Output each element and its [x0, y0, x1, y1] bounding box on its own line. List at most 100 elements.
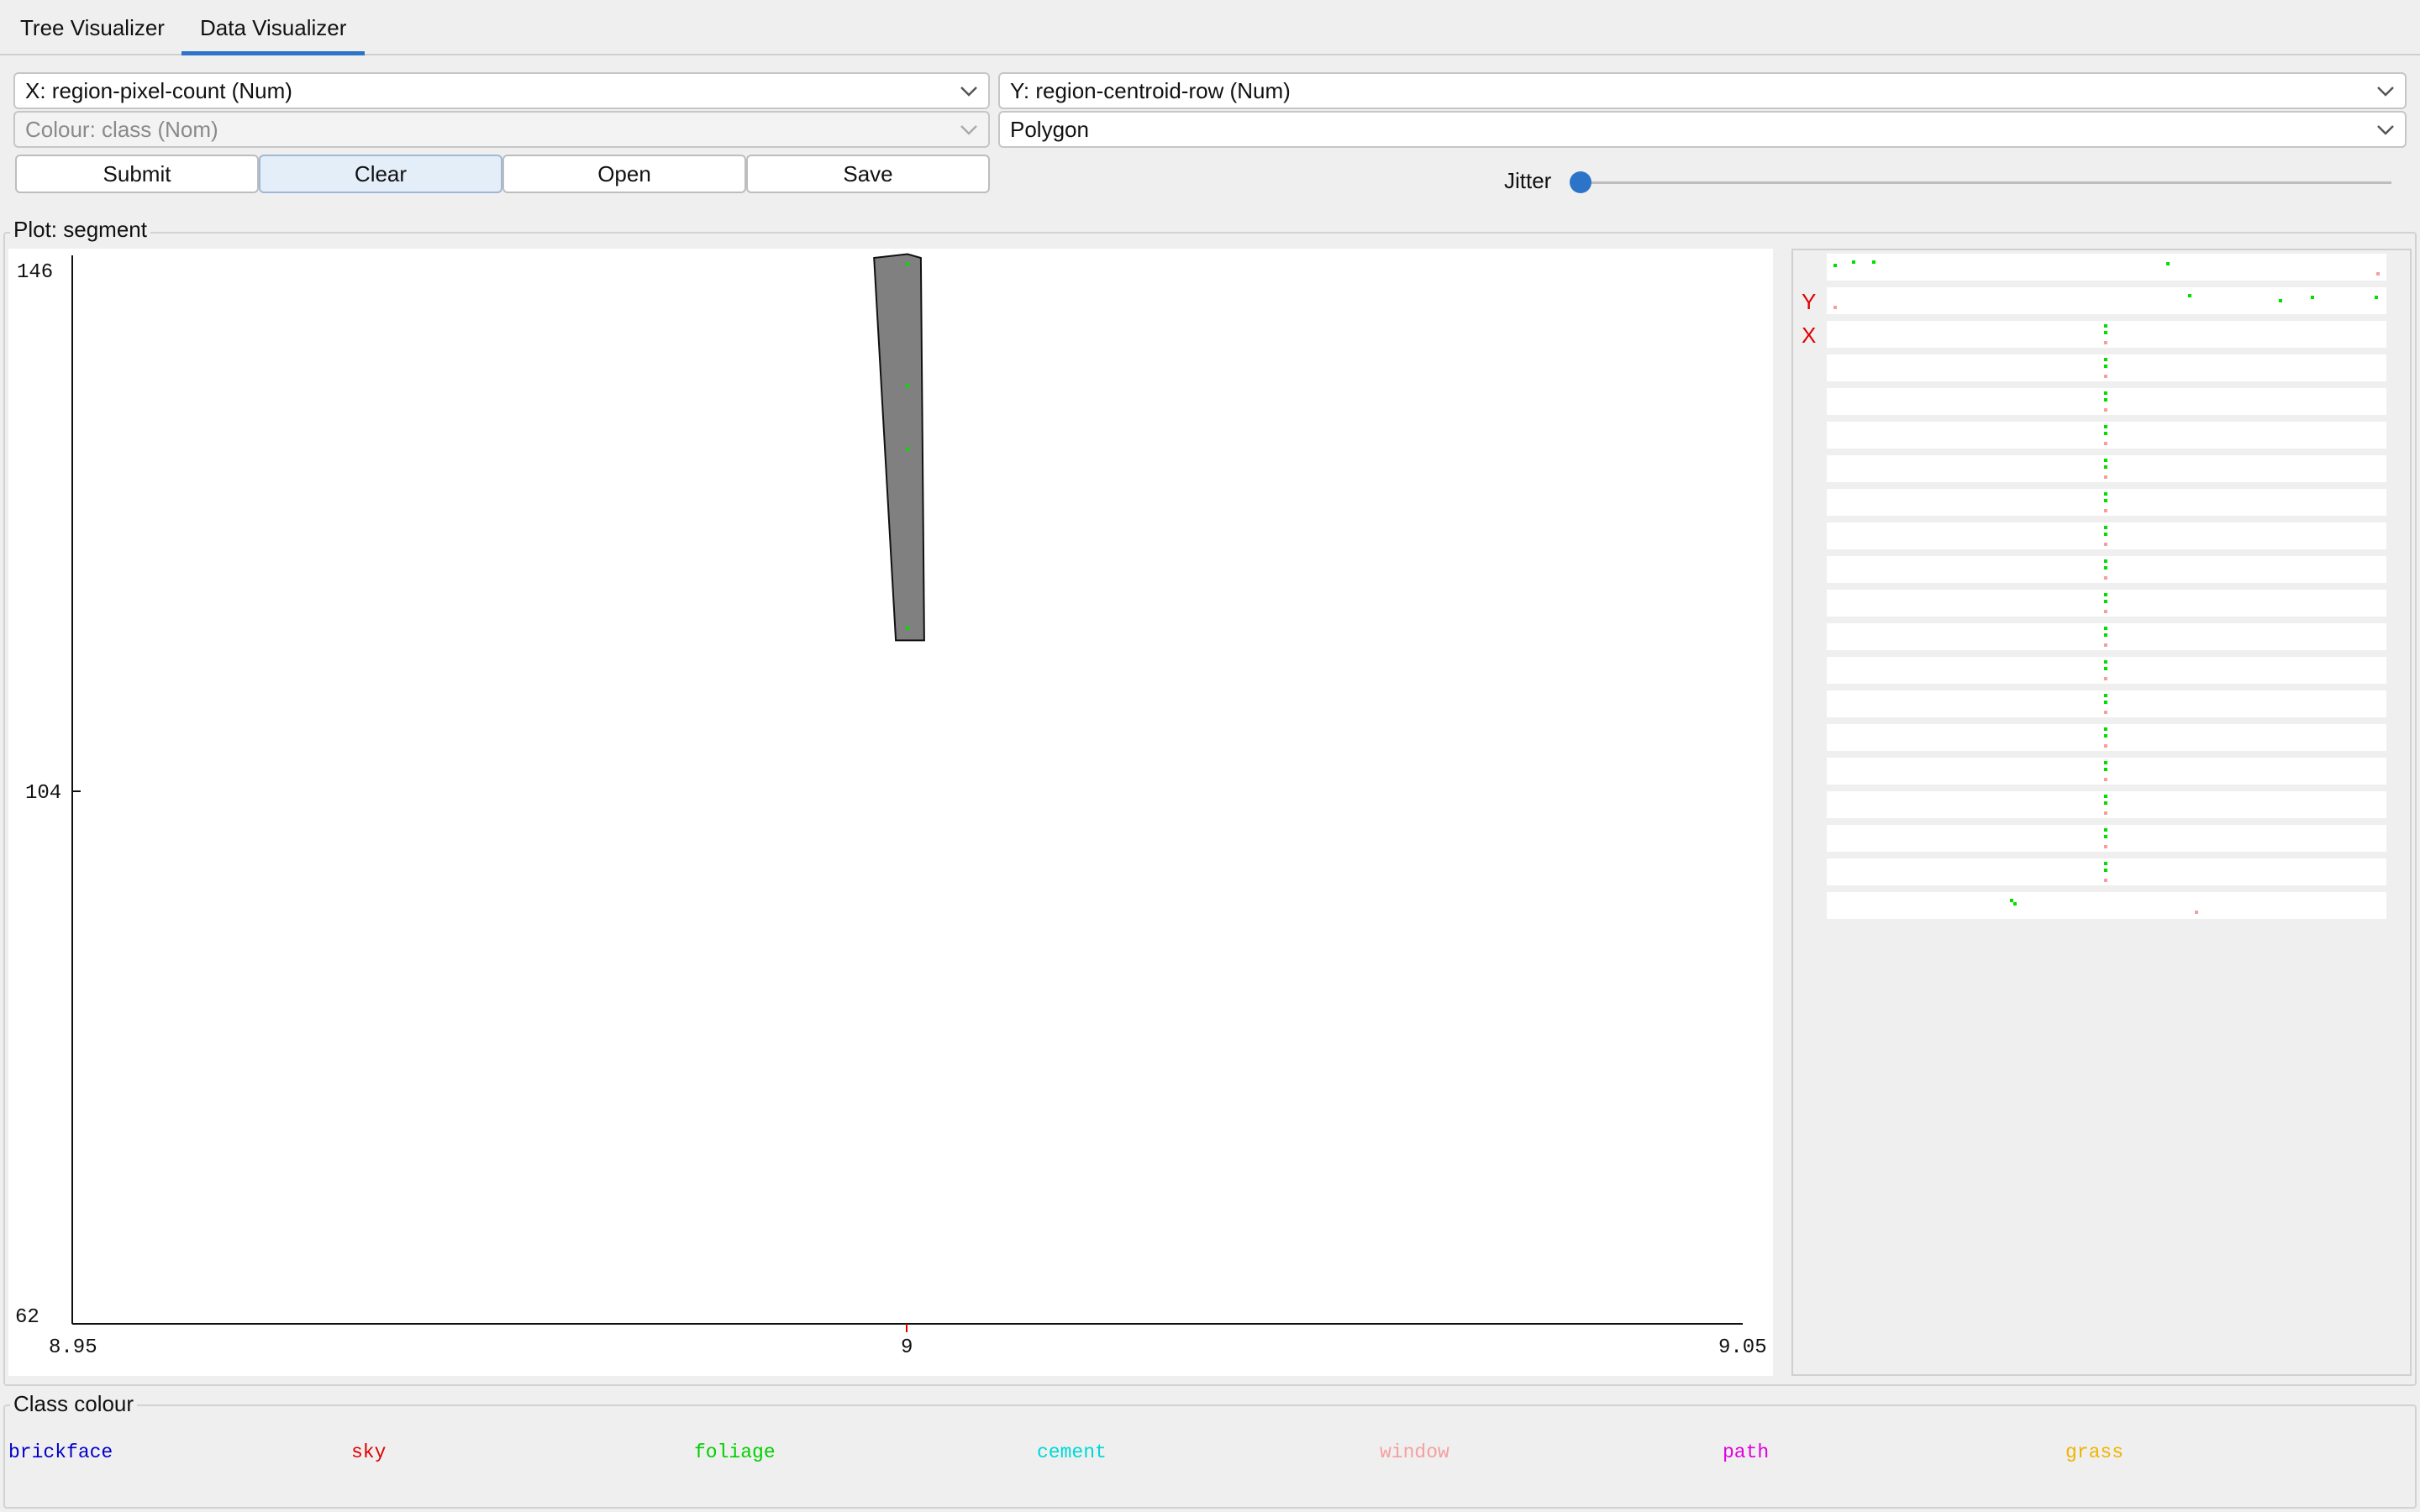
matrix-point: [2104, 526, 2107, 529]
shape-select[interactable]: Polygon: [998, 111, 2407, 148]
matrix-point: [2104, 432, 2107, 435]
legend-item-brickface[interactable]: brickface: [8, 1441, 113, 1463]
shape-select-value: Polygon: [1010, 117, 1089, 142]
matrix-row[interactable]: [1827, 657, 2386, 684]
legend-item-window[interactable]: window: [1380, 1441, 1449, 1463]
matrix-point: [2104, 543, 2107, 546]
matrix-point: [2104, 398, 2107, 402]
chevron-down-icon: [960, 125, 977, 135]
matrix-point: [2104, 633, 2107, 637]
matrix-point: [2104, 701, 2107, 704]
matrix-point: [2104, 667, 2107, 670]
matrix-row[interactable]: [1827, 287, 2386, 314]
matrix-row[interactable]: [1827, 690, 2386, 717]
submit-button[interactable]: Submit: [15, 155, 259, 193]
matrix-point: [2104, 408, 2107, 412]
matrix-point: [2104, 862, 2107, 865]
matrix-point: [2104, 499, 2107, 502]
matrix-point: [2104, 828, 2107, 832]
matrix-point: [2279, 299, 2282, 302]
jitter-slider-track[interactable]: [1580, 181, 2391, 184]
save-button[interactable]: Save: [746, 155, 990, 193]
matrix-row[interactable]: [1827, 254, 2386, 281]
jitter-slider-thumb[interactable]: [1570, 171, 1591, 193]
tab-tree-visualizer[interactable]: Tree Visualizer: [2, 0, 183, 55]
matrix-point: [2166, 262, 2170, 265]
matrix-row[interactable]: [1827, 388, 2386, 415]
data-point[interactable]: [906, 262, 909, 266]
matrix-point: [2104, 492, 2107, 496]
matrix-point: [2376, 272, 2380, 276]
y-axis-select[interactable]: Y: region-centroid-row (Num): [998, 72, 2407, 109]
matrix-point: [2104, 331, 2107, 334]
matrix-row[interactable]: [1827, 791, 2386, 818]
matrix-row[interactable]: [1827, 522, 2386, 549]
matrix-point: [2104, 465, 2107, 469]
matrix-point: [2188, 294, 2191, 297]
matrix-point: [2104, 576, 2107, 580]
matrix-point: [2104, 845, 2107, 848]
matrix-row[interactable]: [1827, 858, 2386, 885]
data-point[interactable]: [906, 384, 909, 388]
matrix-point: [2104, 778, 2107, 781]
y-axis-select-value: Y: region-centroid-row (Num): [1010, 78, 1291, 103]
y-tick-label-mid: 104: [25, 782, 61, 805]
matrix-point: [2104, 375, 2107, 378]
matrix-row[interactable]: [1827, 590, 2386, 617]
matrix-point: [2104, 677, 2107, 680]
colour-select: Colour: class (Nom): [13, 111, 990, 148]
matrix-point: [2104, 341, 2107, 344]
scatter-plot[interactable]: 146 104 62 8.95 9 9.05: [8, 249, 1773, 1376]
matrix-row[interactable]: [1827, 724, 2386, 751]
open-button[interactable]: Open: [502, 155, 746, 193]
matrix-point: [2104, 801, 2107, 805]
matrix-y-label: Y: [1802, 289, 1817, 314]
legend-item-cement[interactable]: cement: [1037, 1441, 1107, 1463]
matrix-row[interactable]: [1827, 758, 2386, 785]
matrix-row[interactable]: [1827, 354, 2386, 381]
legend-item-sky[interactable]: sky: [351, 1441, 386, 1463]
matrix-point: [2104, 835, 2107, 838]
matrix-point: [2104, 711, 2107, 714]
data-point[interactable]: [906, 447, 909, 451]
tab-data-visualizer[interactable]: Data Visualizer: [182, 0, 366, 55]
matrix-point: [2104, 533, 2107, 536]
x-axis-select[interactable]: X: region-pixel-count (Num): [13, 72, 990, 109]
matrix-point: [2104, 365, 2107, 368]
class-colour-title: Class colour: [10, 1391, 138, 1417]
matrix-point: [1852, 260, 1855, 264]
matrix-point: [1872, 260, 1876, 264]
matrix-row[interactable]: [1827, 489, 2386, 516]
matrix-row[interactable]: [1827, 825, 2386, 852]
legend-item-foliage[interactable]: foliage: [694, 1441, 776, 1463]
matrix-point: [2104, 425, 2107, 428]
matrix-point: [2104, 643, 2107, 647]
legend-item-path[interactable]: path: [1723, 1441, 1769, 1463]
matrix-point: [2104, 559, 2107, 563]
matrix-point: [2104, 442, 2107, 445]
clear-button[interactable]: Clear: [259, 155, 502, 193]
plot-title: Plot: segment: [10, 217, 150, 243]
matrix-point: [2104, 627, 2107, 630]
matrix-point: [2104, 879, 2107, 882]
matrix-point: [2195, 911, 2198, 914]
matrix-point: [2104, 324, 2107, 328]
x-tick-label-left: 8.95: [49, 1336, 97, 1359]
selection-polygon: [873, 253, 925, 642]
matrix-point: [2104, 734, 2107, 738]
matrix-row[interactable]: [1827, 623, 2386, 650]
attribute-matrix-panel[interactable]: Y X: [1791, 249, 2412, 1376]
chevron-down-icon: [960, 87, 977, 97]
matrix-point: [2013, 902, 2017, 906]
matrix-point: [2311, 296, 2314, 299]
matrix-point: [2104, 744, 2107, 748]
data-point[interactable]: [906, 626, 909, 630]
matrix-point: [2104, 694, 2107, 697]
matrix-row[interactable]: [1827, 455, 2386, 482]
matrix-row[interactable]: [1827, 556, 2386, 583]
matrix-point: [2104, 459, 2107, 462]
matrix-row[interactable]: [1827, 892, 2386, 919]
matrix-row[interactable]: [1827, 422, 2386, 449]
matrix-row[interactable]: [1827, 321, 2386, 348]
legend-item-grass[interactable]: grass: [2065, 1441, 2123, 1463]
